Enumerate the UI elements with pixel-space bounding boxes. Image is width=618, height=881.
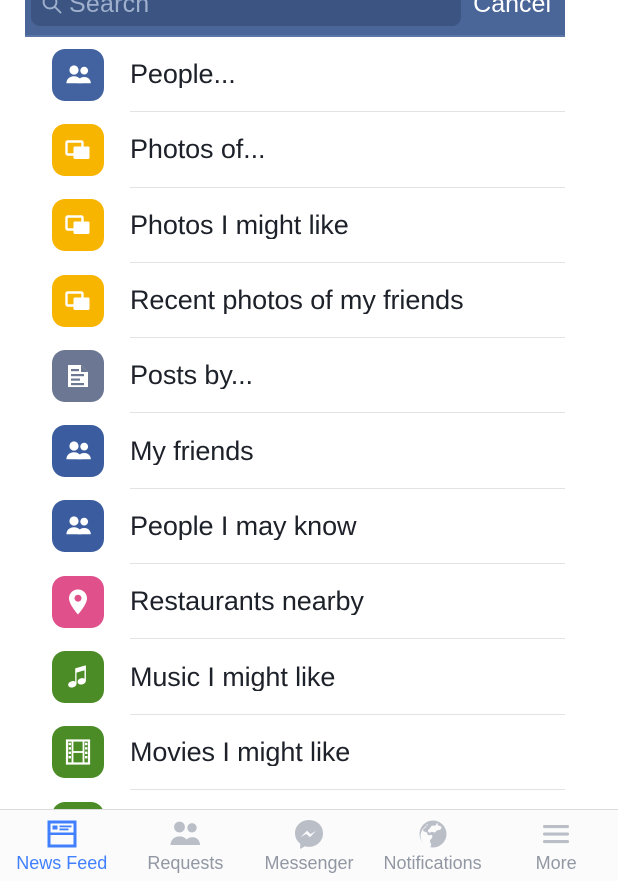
people-icon bbox=[52, 500, 104, 553]
tab-label: More bbox=[535, 853, 577, 873]
tab-label: Messenger bbox=[264, 853, 354, 873]
list-item-label: Posts by... bbox=[130, 362, 253, 390]
post-icon bbox=[52, 349, 104, 402]
list-item-label: People I may know bbox=[130, 512, 357, 540]
list-item[interactable]: Restaurants nearby bbox=[25, 564, 565, 640]
search-input[interactable]: Search bbox=[69, 0, 149, 19]
search-header: Search Cancel bbox=[25, 0, 565, 37]
search-field[interactable]: Search bbox=[31, 0, 462, 26]
search-icon bbox=[41, 0, 63, 15]
list-item-label: Movies I might like bbox=[130, 738, 351, 766]
list-item[interactable]: Posts by... bbox=[25, 338, 565, 414]
tab-news-feed[interactable]: News Feed bbox=[0, 810, 124, 881]
people-icon bbox=[52, 425, 104, 478]
left-gutter bbox=[0, 0, 25, 809]
list-item-label: Music I might like bbox=[130, 663, 336, 691]
tab-label: News Feed bbox=[16, 853, 108, 873]
music-note-icon bbox=[52, 651, 104, 704]
photos-icon bbox=[52, 199, 104, 252]
bottom-tab-bar[interactable]: News Feed Requests Messenger Notifications M… bbox=[0, 809, 618, 881]
tab-messenger[interactable]: Messenger bbox=[247, 810, 371, 881]
app-screen: Search Cancel People... Photos of... Photo… bbox=[0, 0, 618, 881]
location-pin-icon bbox=[52, 575, 104, 628]
search-suggestions-list[interactable]: People... Photos of... Photos I might like… bbox=[25, 37, 565, 881]
news-feed-icon bbox=[46, 817, 78, 851]
film-strip-icon bbox=[52, 726, 104, 779]
list-item-label: Photos I might like bbox=[130, 211, 349, 239]
list-item-label: My friends bbox=[130, 437, 254, 465]
list-item-label: Restaurants nearby bbox=[130, 588, 364, 616]
hamburger-icon bbox=[540, 817, 572, 851]
cancel-button[interactable]: Cancel bbox=[461, 0, 559, 19]
list-item[interactable]: People I may know bbox=[25, 488, 565, 565]
photos-icon bbox=[52, 274, 104, 327]
phone-content-column: Search Cancel People... Photos of... Photo… bbox=[25, 0, 565, 881]
list-item[interactable]: People... bbox=[25, 37, 565, 113]
tab-notifications[interactable]: Notifications bbox=[371, 810, 495, 881]
list-item[interactable]: My friends bbox=[25, 413, 565, 489]
list-item[interactable]: Music I might like bbox=[25, 639, 565, 715]
tab-requests[interactable]: Requests bbox=[124, 810, 248, 881]
list-item-label: People... bbox=[130, 61, 236, 89]
list-item[interactable]: Photos of... bbox=[25, 112, 565, 188]
list-item[interactable]: Recent photos of my friends bbox=[25, 262, 565, 339]
tab-label: Requests bbox=[147, 853, 224, 873]
globe-icon bbox=[417, 817, 449, 851]
list-item[interactable]: Photos I might like bbox=[25, 187, 565, 263]
tab-label: Notifications bbox=[383, 853, 482, 873]
list-item-label: Recent photos of my friends bbox=[130, 287, 464, 315]
friend-requests-icon bbox=[168, 817, 202, 851]
right-gutter bbox=[565, 0, 618, 809]
tab-more[interactable]: More bbox=[494, 810, 618, 881]
photos-icon bbox=[52, 123, 104, 176]
messenger-icon bbox=[293, 817, 325, 851]
people-icon bbox=[52, 48, 104, 101]
list-item-label: Photos of... bbox=[130, 136, 266, 164]
list-item[interactable]: Movies I might like bbox=[25, 714, 565, 790]
